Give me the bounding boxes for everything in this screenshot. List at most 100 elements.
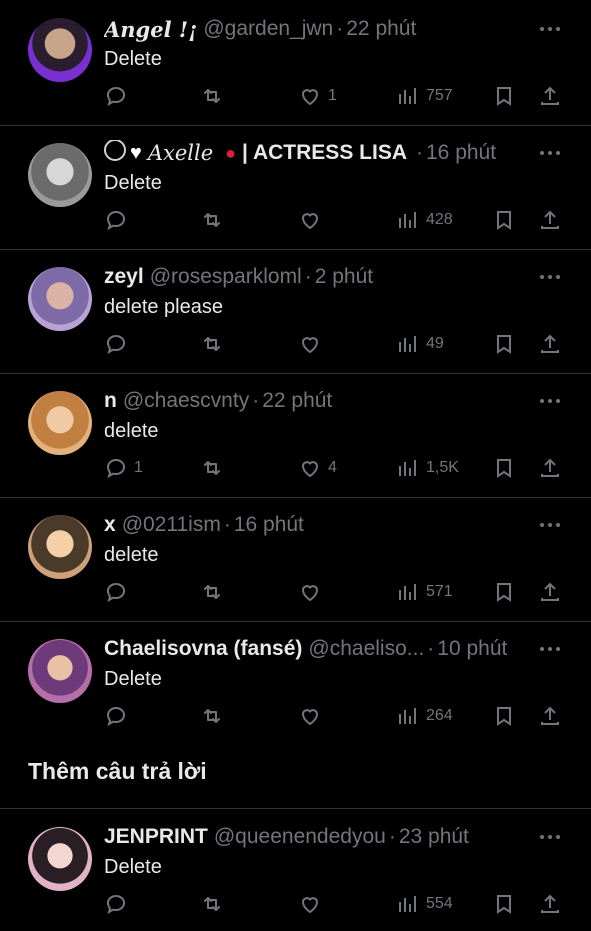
- retweet-button[interactable]: [200, 206, 224, 234]
- avatar[interactable]: [28, 391, 92, 455]
- emoji-chips: [104, 140, 130, 166]
- like-button[interactable]: [298, 702, 322, 730]
- views-button[interactable]: 1,5K: [396, 454, 459, 482]
- timestamp[interactable]: 2 phút: [315, 265, 373, 289]
- reply-button[interactable]: [104, 206, 128, 234]
- display-name[interactable]: Angel !¡: [104, 17, 197, 42]
- share-button[interactable]: [538, 206, 562, 234]
- more-icon[interactable]: [539, 644, 561, 654]
- views-button[interactable]: 554: [396, 890, 453, 918]
- like-icon: [301, 897, 319, 914]
- more-icon[interactable]: [539, 520, 561, 530]
- reply-button[interactable]: [104, 702, 128, 730]
- avatar[interactable]: [28, 143, 92, 207]
- display-name[interactable]: x: [104, 513, 116, 537]
- reply-button[interactable]: [104, 330, 128, 358]
- retweet-button[interactable]: [200, 578, 224, 606]
- tweet[interactable]: zeyl @rosesparkloml · 2 phút delete plea…: [0, 250, 591, 374]
- bookmark-button[interactable]: [492, 578, 516, 606]
- retweet-icon: [204, 89, 220, 103]
- handle[interactable]: @rosesparkloml: [150, 265, 302, 289]
- avatar[interactable]: [28, 515, 92, 579]
- like-icon: [301, 337, 319, 354]
- reply-icon: [106, 706, 126, 727]
- views-button[interactable]: 264: [396, 702, 453, 730]
- retweet-button[interactable]: [200, 454, 224, 482]
- views-button[interactable]: 757: [396, 82, 453, 110]
- tweet[interactable]: JENPRINT @queenendedyou · 23 phút Delete…: [0, 809, 591, 931]
- timestamp[interactable]: 10 phút: [437, 637, 507, 661]
- display-name-prefix[interactable]: Axelle: [148, 141, 213, 165]
- bookmark-button[interactable]: [492, 890, 516, 918]
- handle[interactable]: @chaeliso...: [308, 637, 424, 661]
- more-icon[interactable]: [539, 24, 561, 34]
- timestamp[interactable]: 22 phút: [346, 17, 416, 41]
- replies-feed: Angel !¡ @garden_jwn · 22 phút Delete 1 …: [0, 0, 591, 931]
- reply-button[interactable]: [104, 890, 128, 918]
- share-button[interactable]: [538, 330, 562, 358]
- reply-button[interactable]: [104, 578, 128, 606]
- bookmark-icon: [497, 335, 511, 354]
- share-button[interactable]: [538, 890, 562, 918]
- retweet-button[interactable]: [200, 702, 224, 730]
- tweet[interactable]: Chaelisovna (fansé) @chaeliso... · 10 ph…: [0, 622, 591, 746]
- avatar[interactable]: [28, 639, 92, 703]
- avatar[interactable]: [28, 267, 92, 331]
- reply-button[interactable]: 1: [104, 454, 143, 482]
- like-button[interactable]: [298, 578, 322, 606]
- bookmark-button[interactable]: [492, 330, 516, 358]
- views-icon: [399, 584, 416, 600]
- bookmark-button[interactable]: [492, 206, 516, 234]
- like-button[interactable]: [298, 330, 322, 358]
- display-name[interactable]: | ACTRESS LISA: [242, 141, 407, 165]
- handle[interactable]: @garden_jwn: [203, 17, 333, 41]
- views-count: 571: [426, 583, 453, 600]
- handle[interactable]: @queenendedyou: [214, 825, 386, 849]
- tweet[interactable]: x @0211ism · 16 phút delete 571: [0, 498, 591, 622]
- like-button[interactable]: [298, 206, 322, 234]
- display-name[interactable]: zeyl: [104, 265, 144, 289]
- bookmark-button[interactable]: [492, 702, 516, 730]
- avatar[interactable]: [28, 18, 92, 82]
- share-icon: [541, 458, 559, 477]
- display-name[interactable]: n: [104, 389, 117, 413]
- tweet[interactable]: Angel !¡ @garden_jwn · 22 phút Delete 1 …: [0, 0, 591, 126]
- share-button[interactable]: [538, 702, 562, 730]
- share-button[interactable]: [538, 454, 562, 482]
- share-button[interactable]: [538, 578, 562, 606]
- white-heart-icon: ♥: [130, 141, 142, 164]
- retweet-icon: [204, 897, 220, 911]
- like-button[interactable]: 4: [298, 454, 337, 482]
- tweet[interactable]: n @chaescvnty · 22 phút delete 1 4 1,5K: [0, 374, 591, 498]
- share-button[interactable]: [538, 82, 562, 110]
- more-icon[interactable]: [539, 832, 561, 842]
- avatar[interactable]: [28, 827, 92, 891]
- like-button[interactable]: 1: [298, 82, 337, 110]
- handle[interactable]: @chaescvnty: [123, 389, 249, 413]
- bookmark-button[interactable]: [492, 82, 516, 110]
- more-icon[interactable]: [539, 148, 561, 158]
- display-name[interactable]: JENPRINT: [104, 825, 208, 849]
- more-icon[interactable]: [539, 396, 561, 406]
- retweet-button[interactable]: [200, 890, 224, 918]
- timestamp[interactable]: 16 phút: [426, 141, 496, 165]
- share-icon: [541, 334, 559, 353]
- bookmark-button[interactable]: [492, 454, 516, 482]
- retweet-button[interactable]: [200, 82, 224, 110]
- display-name[interactable]: Chaelisovna (fansé): [104, 637, 302, 661]
- more-icon[interactable]: [539, 272, 561, 282]
- handle[interactable]: @0211ism: [122, 513, 221, 537]
- like-button[interactable]: [298, 890, 322, 918]
- views-icon: [399, 896, 416, 912]
- retweet-button[interactable]: [200, 330, 224, 358]
- tweet[interactable]: ♥ Axelle ● | ACTRESS LISA · 16 phút Dele…: [0, 126, 591, 250]
- views-button[interactable]: 428: [396, 206, 453, 234]
- timestamp[interactable]: 22 phút: [262, 389, 332, 413]
- reply-button[interactable]: [104, 82, 134, 110]
- views-button[interactable]: 571: [396, 578, 453, 606]
- timestamp[interactable]: 16 phút: [234, 513, 304, 537]
- tweet-text: Delete: [104, 48, 162, 70]
- views-button[interactable]: 49: [396, 330, 444, 358]
- bookmark-icon: [497, 87, 511, 106]
- timestamp[interactable]: 23 phút: [399, 825, 469, 849]
